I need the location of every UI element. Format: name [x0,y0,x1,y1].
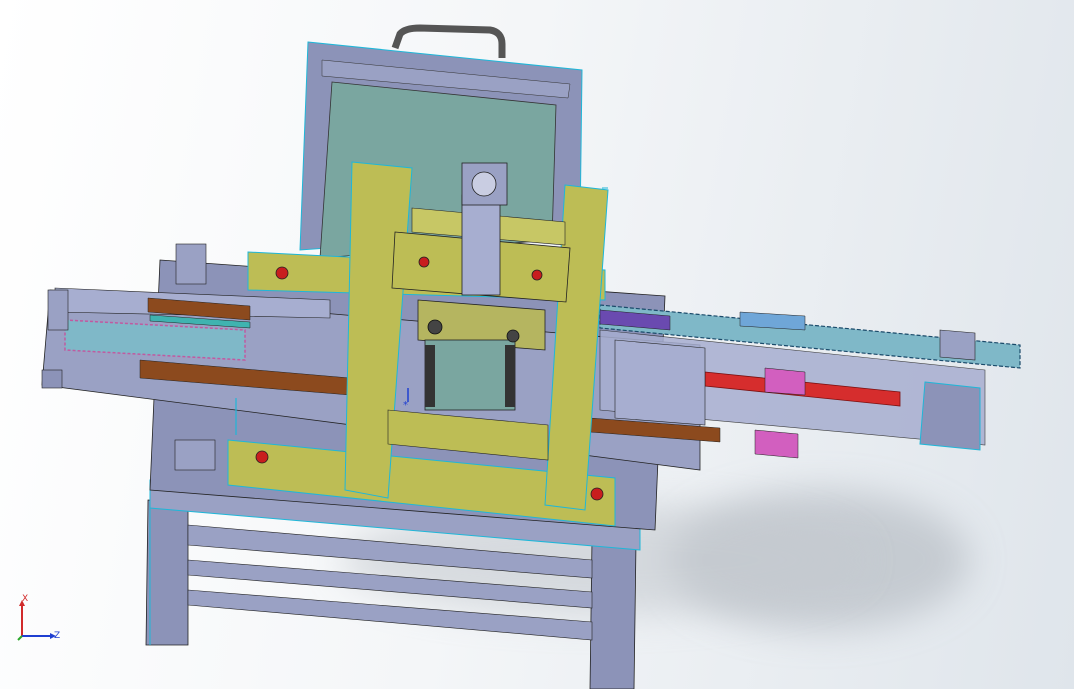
bolt-1 [275,266,289,280]
bolt-6 [427,319,443,335]
bolt-7 [506,329,520,343]
3d-assembly-model[interactable]: * [0,0,1074,689]
end-block [919,381,981,451]
graphics-viewport[interactable]: * X Z [0,0,1074,689]
magenta-block-2 [754,429,799,459]
left-block-1 [41,369,63,389]
bolt-3 [531,269,543,281]
end-block-top [939,329,976,361]
gripper-post-right [505,345,515,407]
bolt-4 [255,450,269,464]
svg-text:*: * [403,400,408,411]
bolt-5 [590,487,604,501]
left-bracket [175,243,207,285]
table-leg-right [589,539,637,689]
vertical-cylinder [461,194,501,296]
gripper-window [424,339,516,411]
left-block-2 [47,289,69,331]
bolt-2 [418,256,430,268]
triad-z-label: Z [54,631,61,641]
cylinder-cap-circle [471,171,497,197]
triad-x-label: X [22,594,29,604]
cylinder-body [614,339,706,426]
gripper-post-left [425,345,435,407]
left-bracket-lower [174,439,216,471]
coordinate-triad [17,600,56,641]
table-leg-left [145,499,189,646]
magenta-block-1 [764,367,806,396]
